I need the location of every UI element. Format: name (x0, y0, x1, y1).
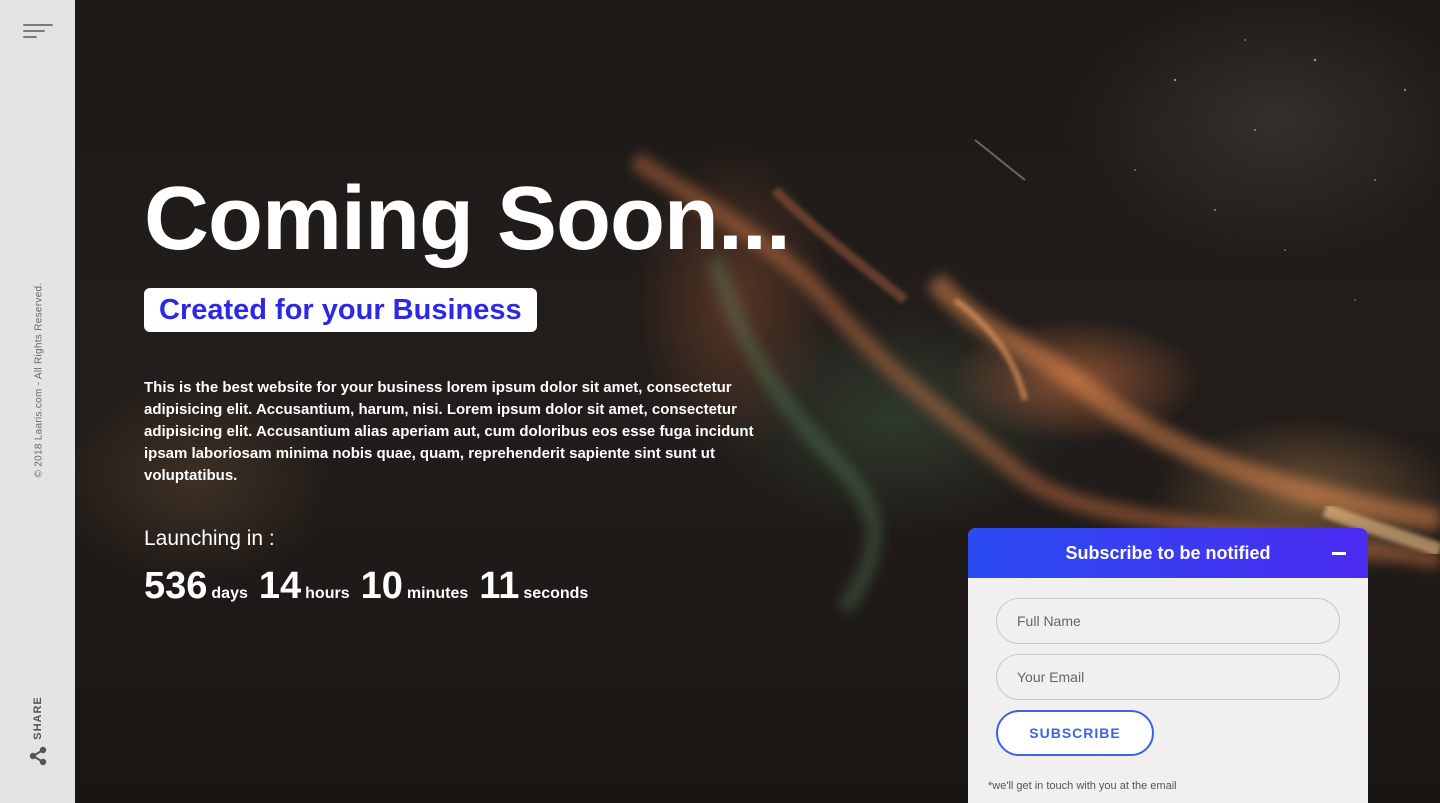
description-text: This is the best website for your busine… (144, 379, 754, 484)
email-input[interactable] (996, 654, 1340, 700)
hours-value: 14 (258, 565, 302, 607)
countdown-minutes: 10 minutes (361, 565, 469, 608)
subscribe-panel-header: Subscribe to be notified (968, 528, 1368, 578)
subscribe-panel: Subscribe to be notified SUBSCRIBE *we'l… (968, 528, 1368, 803)
share-icon (29, 746, 47, 766)
hours-label: hours (305, 585, 350, 602)
seconds-value: 11 (479, 565, 520, 607)
seconds-label: seconds (523, 585, 589, 602)
tagline-badge: Created for your Business (144, 288, 537, 332)
copyright-text: © 2018 Laaris.com - All Rights Reserved. (33, 282, 45, 478)
countdown-hours: 14 hours (259, 565, 350, 608)
days-value: 536 (144, 565, 208, 607)
subscribe-title: Subscribe to be notified (1065, 542, 1271, 563)
minutes-label: minutes (406, 585, 469, 602)
share-label: SHARE (32, 696, 44, 740)
minutes-value: 10 (360, 565, 403, 607)
share-button[interactable]: SHARE (22, 692, 54, 768)
minimize-icon[interactable] (1332, 545, 1348, 561)
sidebar: © 2018 Laaris.com - All Rights Reserved.… (0, 0, 75, 803)
countdown-timer: 536 days 14 hours 10 minutes 11 seconds (144, 565, 599, 608)
menu-icon[interactable] (23, 22, 53, 42)
countdown-days: 536 days (144, 565, 248, 608)
launching-label: Launching in : (144, 527, 275, 550)
days-label: days (211, 585, 248, 602)
subscribe-note: *we'll get in touch with you at the emai… (988, 780, 1177, 792)
page-title: Coming Soon... (144, 169, 791, 269)
full-name-input[interactable] (996, 598, 1340, 644)
subscribe-button[interactable]: SUBSCRIBE (996, 710, 1154, 756)
countdown-seconds: 11 seconds (479, 565, 588, 608)
